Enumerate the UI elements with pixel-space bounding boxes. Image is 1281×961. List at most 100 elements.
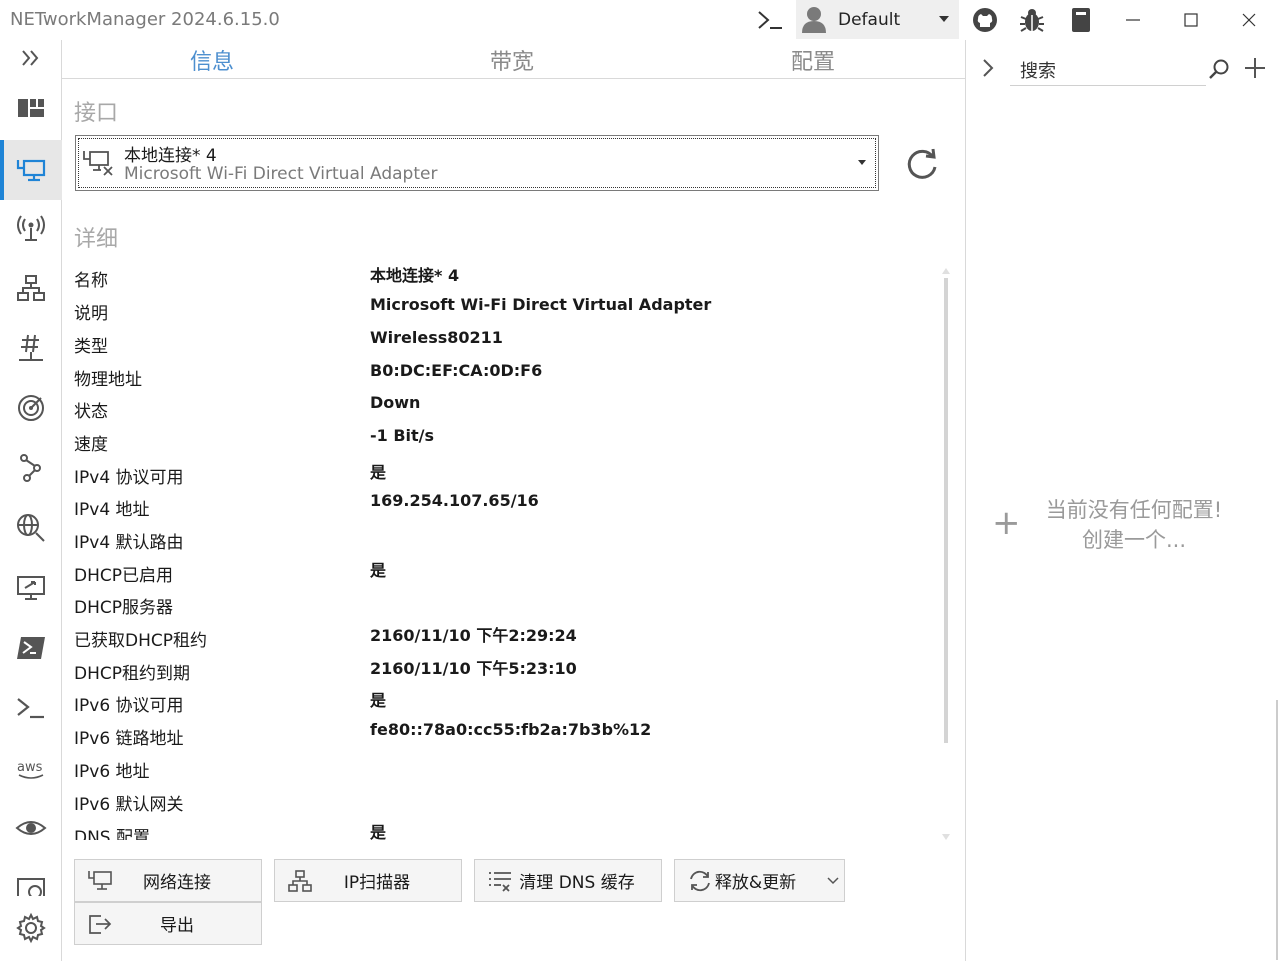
- globe-search-icon: [17, 514, 45, 542]
- tab-info[interactable]: 信息: [190, 44, 234, 76]
- nav-remote-desktop[interactable]: [0, 560, 62, 616]
- search-underline: [1010, 85, 1206, 86]
- network-tree-icon: [17, 275, 45, 301]
- detail-row: DHCP租约到期 2160/11/10 下午5:23:10: [74, 655, 934, 688]
- search-icon[interactable]: [1208, 58, 1230, 80]
- chevron-down-icon: [858, 160, 866, 165]
- nav-dashboard[interactable]: [0, 80, 62, 136]
- detail-value: B0:DC:EF:CA:0D:F6: [370, 361, 543, 380]
- detail-row: IPv4 地址 169.254.107.65/16: [74, 491, 934, 524]
- detail-row: IPv6 地址: [74, 753, 934, 786]
- refresh-button[interactable]: [902, 145, 942, 185]
- detail-row: IPv4 默认路由: [74, 524, 934, 557]
- nav-powershell[interactable]: [0, 620, 62, 676]
- close-button[interactable]: [1234, 0, 1264, 40]
- tab-bandwidth[interactable]: 带宽: [490, 44, 534, 76]
- empty-message-line2: 创建一个...: [1081, 528, 1187, 552]
- chevron-down-icon[interactable]: [827, 876, 839, 886]
- detail-value: Down: [370, 393, 421, 412]
- button-label: 清理 DNS 缓存: [519, 873, 635, 893]
- detail-value: Microsoft Wi-Fi Direct Virtual Adapter: [370, 295, 712, 314]
- tab-configure[interactable]: 配置: [791, 44, 835, 76]
- dashboard-icon: [18, 99, 44, 117]
- nav-traceroute[interactable]: [0, 440, 62, 496]
- nav-putty[interactable]: [0, 680, 62, 736]
- release-renew-button[interactable]: 释放&更新: [674, 859, 845, 902]
- hash-icon: [19, 334, 43, 361]
- nav-settings[interactable]: [0, 900, 62, 956]
- chevron-right-icon[interactable]: [980, 57, 996, 79]
- expand-nav-button[interactable]: [0, 30, 62, 86]
- terminal-icon[interactable]: [752, 0, 788, 40]
- detail-key: DNS 配置: [74, 828, 151, 840]
- detail-value: Wireless80211: [370, 328, 503, 347]
- detail-row: 说明 Microsoft Wi-Fi Direct Virtual Adapter: [74, 295, 934, 328]
- double-chevron-right-icon: [22, 50, 39, 66]
- empty-message-line1: 当前没有任何配置!: [1045, 498, 1223, 522]
- detail-row: 类型 Wireless80211: [74, 328, 934, 361]
- scrollbar-thumb[interactable]: [944, 278, 948, 743]
- detail-row: IPv6 默认网关: [74, 786, 934, 819]
- detail-value: 是: [370, 463, 387, 482]
- wifi-antenna-icon: [17, 215, 45, 241]
- book-icon[interactable]: [1066, 0, 1096, 40]
- chevron-down-icon: [939, 16, 949, 22]
- gear-icon: [16, 912, 46, 944]
- detail-row: DHCP已启用 是: [74, 557, 934, 590]
- detail-row: IPv6 链路地址 fe80::78a0:cc55:fb2a:7b3b%12: [74, 720, 934, 753]
- interface-name: 本地连接* 4: [124, 146, 217, 166]
- detail-row: 已获取DHCP租约 2160/11/10 下午2:29:24: [74, 622, 934, 655]
- main-content: 信息 带宽 配置 接口 本地连接* 4 Microsoft Wi-Fi Dire…: [62, 40, 965, 961]
- detail-row: DHCP服务器: [74, 589, 934, 622]
- detail-key: 状态: [74, 402, 108, 422]
- window-title: NETworkManager 2024.6.15.0: [10, 9, 280, 30]
- button-label: 网络连接: [143, 873, 211, 893]
- nav-network-interface[interactable]: [0, 140, 62, 200]
- nav-port-scanner[interactable]: [0, 320, 62, 376]
- detail-key: IPv6 链路地址: [74, 729, 184, 749]
- radar-icon: [18, 395, 44, 421]
- nav-dns-lookup[interactable]: [0, 500, 62, 556]
- detail-value: 169.254.107.65/16: [370, 491, 539, 510]
- nav-aws[interactable]: aws: [0, 740, 62, 796]
- flush-dns-button[interactable]: 清理 DNS 缓存: [474, 859, 662, 902]
- monitor-gauge-icon: [17, 878, 45, 896]
- detail-value: 是: [370, 561, 387, 580]
- nav-ping-monitor[interactable]: [0, 380, 62, 436]
- detail-value: 是: [370, 823, 387, 840]
- add-icon[interactable]: [1244, 57, 1266, 79]
- detail-key: IPv6 地址: [74, 762, 150, 782]
- maximize-button[interactable]: [1176, 0, 1206, 40]
- eye-icon: [15, 821, 47, 835]
- detail-key: 名称: [74, 271, 108, 291]
- network-connections-button[interactable]: 网络连接: [74, 859, 262, 902]
- ip-scanner-button[interactable]: IP扫描器: [274, 859, 462, 902]
- nav-more[interactable]: [0, 860, 62, 896]
- search-input[interactable]: 搜索: [1020, 57, 1056, 83]
- nav-wifi[interactable]: [0, 200, 62, 256]
- detail-key: 类型: [74, 337, 108, 357]
- nav-lookup[interactable]: [0, 800, 62, 856]
- export-button[interactable]: 导出: [74, 902, 262, 945]
- details-scrollbar[interactable]: [942, 268, 950, 840]
- profile-selector[interactable]: Default: [796, 0, 959, 39]
- detail-value: fe80::78a0:cc55:fb2a:7b3b%12: [370, 720, 652, 739]
- detail-key: IPv4 协议可用: [74, 468, 184, 488]
- minimize-button[interactable]: [1118, 0, 1148, 40]
- left-navigation: aws: [0, 40, 62, 961]
- route-icon: [20, 454, 41, 482]
- detail-value: 本地连接* 4: [370, 266, 460, 285]
- interface-dropdown[interactable]: 本地连接* 4 Microsoft Wi-Fi Direct Virtual A…: [75, 135, 879, 191]
- github-icon[interactable]: [969, 0, 1001, 40]
- detail-value: -1 Bit/s: [370, 426, 435, 445]
- empty-profiles-message[interactable]: 当前没有任何配置! 创建一个...: [1034, 495, 1234, 555]
- detail-value: 是: [370, 691, 387, 710]
- nav-ip-scanner[interactable]: [0, 260, 62, 316]
- profile-name: Default: [838, 9, 901, 30]
- tab-bar: 信息 带宽 配置: [62, 40, 965, 79]
- detail-row: IPv6 协议可用 是: [74, 687, 934, 720]
- detail-key: 已获取DHCP租约: [74, 631, 207, 651]
- bug-icon[interactable]: [1015, 0, 1049, 40]
- button-label: IP扫描器: [343, 873, 411, 893]
- add-profile-icon[interactable]: +: [992, 506, 1021, 540]
